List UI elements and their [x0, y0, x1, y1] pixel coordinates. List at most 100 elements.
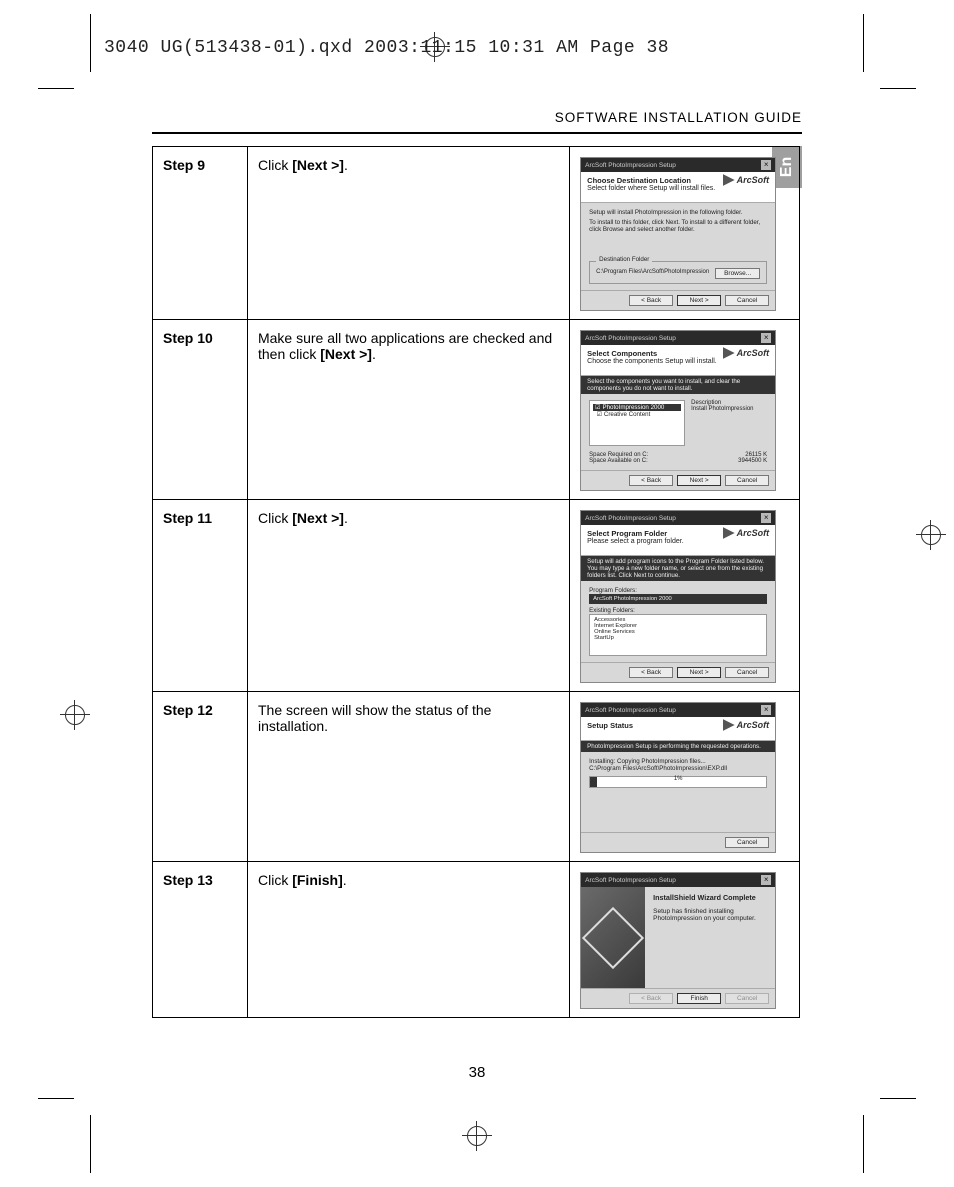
table-row: Step 10 Make sure all two applications a… — [153, 320, 800, 500]
step-text: The screen will show the status of the i… — [258, 702, 491, 734]
window-body: Installing: Copying PhotoImpression file… — [581, 752, 775, 832]
step-bold: [Next >] — [320, 346, 372, 362]
list-item[interactable]: ☑ Creative Content — [593, 411, 681, 418]
installer-window: ArcSoft PhotoImpression Setup × Choose D… — [580, 157, 776, 311]
register-mark — [60, 700, 90, 730]
window-buttonbar: < Back Finish Cancel — [581, 988, 775, 1008]
window-header: Choose Destination Location Select folde… — [581, 172, 775, 203]
window-header-sub: Choose the components Setup will install… — [587, 358, 717, 365]
finish-button[interactable]: Finish — [677, 993, 721, 1004]
installer-window: ArcSoft PhotoImpression Setup × Select P… — [580, 510, 776, 683]
close-icon[interactable]: × — [761, 875, 771, 885]
table-row: Step 13 Click [Finish]. ArcSoft PhotoImp… — [153, 862, 800, 1018]
window-titlebar: ArcSoft PhotoImpression Setup × — [581, 331, 775, 345]
window-title: ArcSoft PhotoImpression Setup — [585, 335, 676, 342]
finish-body: Setup has finished installing PhotoImpre… — [653, 908, 767, 922]
table-row: Step 9 Click [Next >]. ArcSoft PhotoImpr… — [153, 147, 800, 320]
close-icon[interactable]: × — [761, 333, 771, 343]
back-button[interactable]: < Back — [629, 475, 673, 486]
page: SOFTWARE INSTALLATION GUIDE En Step 9 Cl… — [90, 88, 864, 1099]
existing-folders-list[interactable]: Accessories Internet Explorer Online Ser… — [589, 614, 767, 656]
table-row: Step 11 Click [Next >]. ArcSoft PhotoImp… — [153, 500, 800, 692]
cancel-button[interactable]: Cancel — [725, 295, 769, 306]
finish-title: InstallShield Wizard Complete — [653, 893, 756, 902]
crop-mark — [38, 1098, 74, 1099]
step-instruction: Make sure all two applications are check… — [247, 320, 569, 500]
window-body: ☑ PhotoImpression 2000 ☑ Creative Conten… — [581, 394, 775, 470]
step-bold: [Next >] — [292, 157, 344, 173]
step-name: Step 12 — [153, 692, 248, 862]
progress-percent: 1% — [674, 776, 683, 782]
program-folders-label: Program Folders: — [589, 587, 767, 594]
window-titlebar: ArcSoft PhotoImpression Setup × — [581, 703, 775, 717]
window-buttonbar: < Back Next > Cancel — [581, 470, 775, 490]
browse-button[interactable]: Browse... — [715, 268, 760, 279]
back-button[interactable]: < Back — [629, 667, 673, 678]
window-header-sub: Select folder where Setup will install f… — [587, 185, 715, 192]
list-item[interactable]: ☑ PhotoImpression 2000 — [593, 404, 681, 411]
window-titlebar: ArcSoft PhotoImpression Setup × — [581, 158, 775, 172]
page-number: 38 — [90, 1064, 864, 1081]
crop-mark — [38, 88, 74, 89]
window-buttonbar: < Back Next > Cancel — [581, 290, 775, 310]
existing-folders-label: Existing Folders: — [589, 607, 767, 614]
cancel-button[interactable]: Cancel — [725, 667, 769, 678]
register-mark — [916, 520, 946, 550]
window-header-title: Setup Status — [587, 721, 633, 730]
window-header-title: Choose Destination Location — [587, 176, 691, 185]
step-text-post: . — [372, 346, 376, 362]
register-mark — [462, 1121, 492, 1151]
step-screenshot: ArcSoft PhotoImpression Setup × InstallS… — [570, 862, 800, 1018]
step-name: Step 9 — [153, 147, 248, 320]
components-listbox[interactable]: ☑ PhotoImpression 2000 ☑ Creative Conten… — [589, 400, 685, 446]
instruction-band: Select the components you want to instal… — [581, 376, 775, 394]
steps-table: Step 9 Click [Next >]. ArcSoft PhotoImpr… — [152, 146, 800, 1018]
crop-mark — [880, 1098, 916, 1099]
step-text: Make sure all two applications are check… — [258, 330, 552, 362]
back-button[interactable]: < Back — [629, 295, 673, 306]
description-text: Install PhotoImpression — [691, 406, 753, 412]
destination-legend: Destination Folder — [596, 256, 652, 263]
finish-pane: InstallShield Wizard Complete Setup has … — [645, 887, 775, 988]
crop-mark — [90, 1115, 91, 1173]
vendor-logo: ArcSoft — [723, 527, 770, 539]
installer-window: ArcSoft PhotoImpression Setup × InstallS… — [580, 872, 776, 1009]
window-title: ArcSoft PhotoImpression Setup — [585, 515, 676, 522]
list-item[interactable]: StartUp — [594, 635, 762, 641]
description-box: Description Install PhotoImpression — [691, 400, 753, 446]
finish-content: InstallShield Wizard Complete Setup has … — [581, 887, 775, 988]
next-button[interactable]: Next > — [677, 475, 721, 486]
close-icon[interactable]: × — [761, 705, 771, 715]
window-buttonbar: Cancel — [581, 832, 775, 852]
window-title: ArcSoft PhotoImpression Setup — [585, 707, 676, 714]
section-rule — [152, 132, 802, 134]
side-artwork — [581, 887, 645, 988]
program-folder-input[interactable]: ArcSoft PhotoImpression 2000 — [589, 594, 767, 604]
close-icon[interactable]: × — [761, 513, 771, 523]
window-title: ArcSoft PhotoImpression Setup — [585, 162, 676, 169]
step-screenshot: ArcSoft PhotoImpression Setup × Select C… — [570, 320, 800, 500]
step-text-post: . — [343, 872, 347, 888]
step-screenshot: ArcSoft PhotoImpression Setup × Select P… — [570, 500, 800, 692]
vendor-logo: ArcSoft — [723, 719, 770, 731]
cancel-button[interactable]: Cancel — [725, 837, 769, 848]
step-instruction: Click [Finish]. — [247, 862, 569, 1018]
instruction-band: Setup will add program icons to the Prog… — [581, 556, 775, 581]
next-button[interactable]: Next > — [677, 667, 721, 678]
window-header: Select Components Choose the components … — [581, 345, 775, 376]
step-screenshot: ArcSoft PhotoImpression Setup × Setup St… — [570, 692, 800, 862]
crop-mark — [880, 88, 916, 89]
step-text: Click — [258, 510, 292, 526]
installer-window: ArcSoft PhotoImpression Setup × Setup St… — [580, 702, 776, 853]
cancel-button[interactable]: Cancel — [725, 475, 769, 486]
step-name: Step 10 — [153, 320, 248, 500]
window-header-sub: Please select a program folder. — [587, 538, 684, 545]
progress-action: Installing: Copying PhotoImpression file… — [589, 758, 767, 765]
next-button[interactable]: Next > — [677, 295, 721, 306]
step-name: Step 11 — [153, 500, 248, 692]
crop-mark — [90, 14, 91, 72]
close-icon[interactable]: × — [761, 160, 771, 170]
destination-path: C:\Program Files\ArcSoft\PhotoImpression — [596, 269, 709, 275]
vendor-logo: ArcSoft — [723, 347, 770, 359]
back-button: < Back — [629, 993, 673, 1004]
